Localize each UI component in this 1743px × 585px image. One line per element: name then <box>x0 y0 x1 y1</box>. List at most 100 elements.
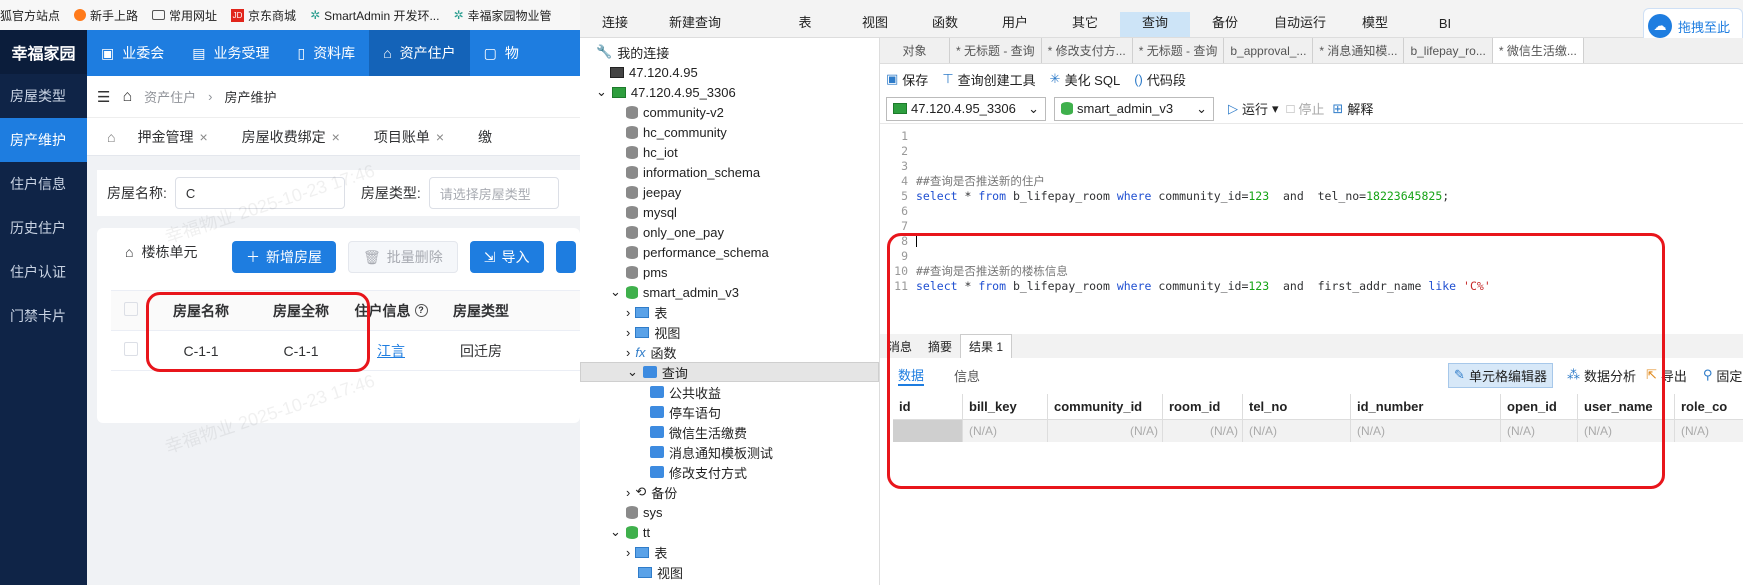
sidebar-item-label: 房屋类型 <box>10 88 66 104</box>
tree-folder-tables[interactable]: › 表 <box>580 302 879 322</box>
save-button[interactable]: ▣ 保存 <box>886 70 928 89</box>
tab-deposit[interactable]: 押金管理 × <box>125 127 219 147</box>
tree-query[interactable]: 修改支付方式 <box>580 462 879 482</box>
tree-conn-2[interactable]: ⌄ 47.120.4.95_3306 <box>580 82 879 102</box>
ribbon-connect[interactable]: 连接 <box>580 12 650 37</box>
result-cell[interactable]: (N/A) <box>1675 420 1735 442</box>
tab-table[interactable]: b_approval_... <box>1224 38 1314 63</box>
bookmark-label: 狐官方站点 <box>0 8 61 23</box>
tree-folder-tables[interactable]: › 表 <box>580 542 879 562</box>
sidebar-item-history[interactable]: 历史住户 <box>0 206 87 250</box>
tree-folder-backup[interactable]: › ⟲ 备份 <box>580 482 879 502</box>
sidebar-item-house-type[interactable]: 房屋类型 <box>0 74 87 118</box>
tab-query[interactable]: * 消息通知模... <box>1313 38 1405 63</box>
building-unit-tree[interactable]: ⌂ 楼栋单元 <box>125 242 197 262</box>
breadcrumb-item[interactable]: 资产住户 <box>144 87 196 106</box>
ribbon-backup[interactable]: 备份 <box>1190 12 1260 37</box>
house-type-select[interactable]: 请选择房屋类型 <box>428 177 559 209</box>
ribbon-table[interactable]: 表 <box>770 12 840 37</box>
more-button[interactable] <box>555 241 576 273</box>
tree-folder-queries[interactable]: ⌄ 查询 <box>580 362 879 382</box>
add-house-button[interactable]: ＋ 新增房屋 <box>232 241 336 273</box>
header-house-type[interactable]: 房屋类型 <box>431 301 531 321</box>
tab-fee-binding[interactable]: 房屋收费绑定 × <box>230 127 352 147</box>
home-icon[interactable]: ⌂ <box>122 88 132 106</box>
home-icon[interactable]: ⌂ <box>107 129 115 145</box>
import-button[interactable]: ⇲ 导入 <box>469 241 544 273</box>
query-builder-button[interactable]: ⊤ 查询创建工具 <box>942 70 1035 89</box>
ribbon-new-query[interactable]: 新建查询 <box>650 12 740 37</box>
menu-fold-icon[interactable]: ☰ <box>97 88 110 106</box>
tree-db[interactable]: jeepay <box>580 182 879 202</box>
tree-root[interactable]: 🔧 我的连接 <box>580 42 879 62</box>
sidebar-item-access-card[interactable]: 门禁卡片 <box>0 294 87 338</box>
tree-folder-functions[interactable]: › fx 函数 <box>580 342 879 362</box>
tree-db-open[interactable]: ⌄ smart_admin_v3 <box>580 282 879 302</box>
tree-db[interactable]: information_schema <box>580 162 879 182</box>
close-icon[interactable]: × <box>436 129 444 145</box>
close-icon[interactable]: × <box>332 129 340 145</box>
tab-query[interactable]: * 无标题 - 查询 <box>950 38 1042 63</box>
nav-more[interactable]: ▢ 物 <box>470 30 533 76</box>
ribbon-bi[interactable]: BI <box>1410 16 1480 37</box>
tree-conn-1[interactable]: 47.120.4.95 <box>580 62 879 82</box>
nav-library[interactable]: ▯ 资料库 <box>283 30 369 76</box>
bookmark-firefox[interactable]: 狐官方站点 <box>0 7 60 24</box>
close-icon[interactable]: × <box>199 129 207 145</box>
tree-db[interactable]: pms <box>580 262 879 282</box>
bookmark-jd[interactable]: JD 京东商城 <box>231 7 296 24</box>
tab-objects[interactable]: 对象 <box>880 38 950 63</box>
tree-db-open[interactable]: ⌄ tt <box>580 522 879 542</box>
row-checkbox[interactable] <box>111 342 151 359</box>
tree-db[interactable]: performance_schema <box>580 242 879 262</box>
sidebar-item-residents[interactable]: 住户信息 <box>0 162 87 206</box>
tab-bills[interactable]: 项目账单 × <box>362 127 456 147</box>
tree-query[interactable]: 消息通知模板测试 <box>580 442 879 462</box>
tab-more[interactable]: 缴 <box>466 127 504 147</box>
ribbon-user[interactable]: 用户 <box>980 12 1050 37</box>
ribbon-other[interactable]: 其它 <box>1050 12 1120 37</box>
nav-committee[interactable]: ▣ 业委会 <box>87 30 178 76</box>
bookmark-smartadmin[interactable]: ✲ SmartAdmin 开发环... <box>310 7 439 24</box>
tab-query[interactable]: * 修改支付方... <box>1042 38 1133 63</box>
stop-button[interactable]: □ 停止 <box>1287 99 1325 118</box>
ribbon-automation[interactable]: 自动运行 <box>1260 12 1340 37</box>
tree-db[interactable]: community-v2 <box>580 102 879 122</box>
tree-label: hc_community <box>643 124 727 140</box>
select-all-checkbox[interactable] <box>111 302 151 319</box>
ribbon-query[interactable]: 查询 <box>1120 12 1190 37</box>
tab-table[interactable]: b_lifepay_ro... <box>1404 38 1493 63</box>
tree-db[interactable]: only_one_pay <box>580 222 879 242</box>
tree-db[interactable]: sys <box>580 502 879 522</box>
pin-button[interactable]: ⚲ 固定 <box>1703 366 1743 385</box>
tree-label: 视图 <box>654 325 681 341</box>
tree-db[interactable]: mysql <box>580 202 879 222</box>
tree-db[interactable]: hc_community <box>580 122 879 142</box>
nav-assets[interactable]: ⌂ 资产住户 <box>369 30 470 76</box>
ribbon-function[interactable]: 函数 <box>910 12 980 37</box>
tree-query[interactable]: 停车语句 <box>580 402 879 422</box>
tree-folder-views[interactable]: › 视图 <box>580 322 879 342</box>
database-select[interactable]: smart_admin_v3 ⌄ <box>1054 96 1214 121</box>
batch-delete-button[interactable]: 🗑 批量删除 <box>348 241 458 273</box>
snippet-button[interactable]: () 代码段 <box>1134 70 1186 89</box>
tab-query[interactable]: * 无标题 - 查询 <box>1133 38 1225 63</box>
sidebar-item-property[interactable]: 房产维护 <box>0 118 87 162</box>
ribbon-view[interactable]: 视图 <box>840 12 910 37</box>
tab-query-active[interactable]: * 微信生活缴... <box>1492 38 1584 63</box>
run-button[interactable]: ▷ 运行 ▾ <box>1228 99 1279 118</box>
bookmark-common[interactable]: 常用网址 <box>152 7 217 24</box>
tree-db[interactable]: hc_iot <box>580 142 879 162</box>
tree-folder-views[interactable]: 视图 <box>580 562 879 582</box>
tree-query[interactable]: 微信生活缴费 <box>580 422 879 442</box>
bookmark-newbie[interactable]: 新手上路 <box>74 7 138 24</box>
connection-select[interactable]: 47.120.4.95_3306 ⌄ <box>886 96 1046 121</box>
bookmark-xfjy[interactable]: ✲ 幸福家园物业管 <box>453 7 551 24</box>
explain-button[interactable]: ⊞ 解释 <box>1332 99 1373 118</box>
beautify-sql-button[interactable]: ✳ 美化 SQL <box>1050 70 1121 89</box>
sidebar-item-auth[interactable]: 住户认证 <box>0 250 87 294</box>
tree-query[interactable]: 公共收益 <box>580 382 879 402</box>
column-header[interactable]: role_co <box>1675 394 1735 419</box>
nav-business[interactable]: ▤ 业务受理 <box>178 30 283 76</box>
ribbon-model[interactable]: 模型 <box>1340 12 1410 37</box>
